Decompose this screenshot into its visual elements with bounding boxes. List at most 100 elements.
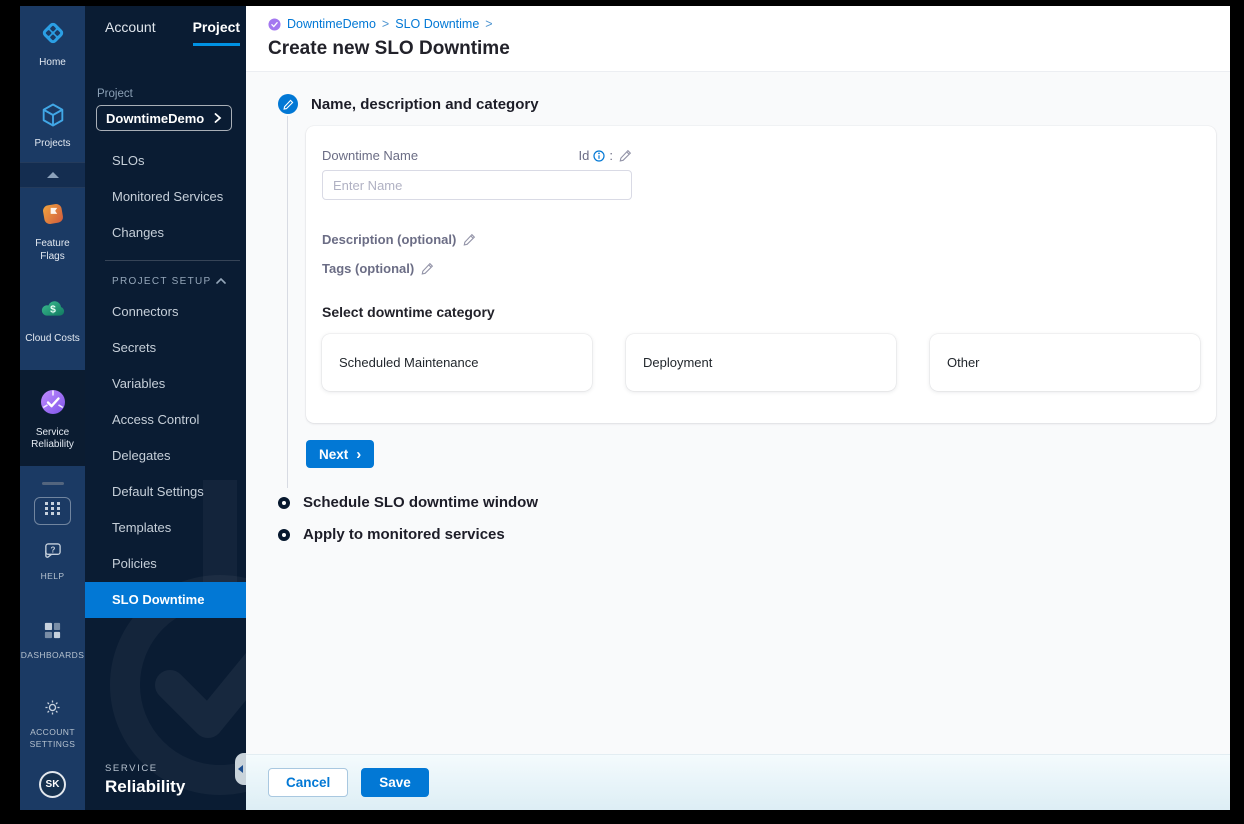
chevron-left-icon xyxy=(238,765,243,773)
sidebar-item-variables[interactable]: Variables xyxy=(85,366,246,402)
rail-item-account-settings[interactable]: ACCOUNT SETTINGS xyxy=(20,688,85,762)
rail-item-label: Projects xyxy=(34,137,71,149)
description-label: Description (optional) xyxy=(322,232,457,247)
wizard-body: Name, description and category Downtime … xyxy=(246,72,1230,754)
step-1-edit-icon[interactable] xyxy=(278,94,298,114)
sidebar-collapse-button[interactable] xyxy=(235,753,246,785)
rail-item-label: ACCOUNT SETTINGS xyxy=(29,726,76,750)
app-window: Home Projects Feature Flags $ Cloud Cost… xyxy=(20,6,1230,810)
rail-item-label: Service Reliability xyxy=(31,426,74,451)
breadcrumb-separator: > xyxy=(485,17,493,31)
sidebar-item-policies[interactable]: Policies xyxy=(85,546,246,582)
module-kicker-label: SERVICE xyxy=(105,763,158,774)
main-content: DowntimeDemo > SLO Downtime > Create new… xyxy=(246,6,1230,810)
chevron-up-icon xyxy=(216,276,226,287)
rail-item-feature-flags[interactable]: Feature Flags xyxy=(20,190,85,271)
module-picker-button[interactable] xyxy=(34,496,71,525)
rail-collapse-band[interactable] xyxy=(20,162,85,188)
rail-item-dashboards[interactable]: DASHBOARDS xyxy=(20,611,85,672)
gear-icon xyxy=(43,698,62,722)
next-button[interactable]: Next › xyxy=(306,440,375,468)
category-heading: Select downtime category xyxy=(322,304,495,320)
category-card-scheduled-maintenance[interactable]: Scheduled Maintenance xyxy=(322,334,592,391)
id-colon: : xyxy=(609,148,613,163)
sidebar-item-secrets[interactable]: Secrets xyxy=(85,330,246,366)
rail-item-home[interactable]: Home xyxy=(20,6,85,78)
step-2-title: Schedule SLO downtime window xyxy=(303,494,539,511)
sidebar-item-changes[interactable]: Changes xyxy=(85,215,246,251)
feature-flags-icon xyxy=(38,199,68,234)
sidebar-item-delegates[interactable]: Delegates xyxy=(85,438,246,474)
grid-icon xyxy=(45,501,60,520)
tab-project[interactable]: Project xyxy=(192,19,241,46)
tab-account[interactable]: Account xyxy=(105,19,156,46)
id-group: Id : xyxy=(579,148,632,163)
sidebar-divider xyxy=(105,260,240,261)
description-row: Description (optional) xyxy=(322,232,1200,247)
breadcrumb: DowntimeDemo > SLO Downtime > xyxy=(268,17,1230,31)
edit-id-pencil-icon[interactable] xyxy=(619,149,632,162)
category-card-other[interactable]: Other xyxy=(930,334,1200,391)
breadcrumb-project-link[interactable]: DowntimeDemo xyxy=(287,17,376,31)
breadcrumb-slo-downtime-link[interactable]: SLO Downtime xyxy=(395,17,479,31)
rail-item-label: HELP xyxy=(40,571,65,581)
user-avatar[interactable]: SK xyxy=(39,771,66,798)
step-1-title: Name, description and category xyxy=(311,95,539,113)
cancel-button[interactable]: Cancel xyxy=(268,768,349,797)
wizard-step-2: Schedule SLO downtime window xyxy=(278,494,1216,511)
project-selector-label: Project xyxy=(97,88,133,100)
rail-item-help[interactable]: ? HELP xyxy=(20,532,85,593)
wizard-step-1: Name, description and category xyxy=(278,94,1216,114)
breadcrumb-separator: > xyxy=(381,17,390,31)
category-card-deployment[interactable]: Deployment xyxy=(626,334,896,391)
step-3-title: Apply to monitored services xyxy=(303,526,505,543)
save-button[interactable]: Save xyxy=(361,768,429,797)
sidebar-item-monitored-services[interactable]: Monitored Services xyxy=(85,179,246,215)
module-rail: Home Projects Feature Flags $ Cloud Cost… xyxy=(20,6,85,810)
dashboards-icon xyxy=(43,621,62,645)
projects-icon xyxy=(39,101,67,134)
next-button-label: Next xyxy=(319,446,349,462)
id-label: Id xyxy=(578,148,590,163)
wizard-step-3: Apply to monitored services xyxy=(278,526,1216,543)
sidebar-item-slo-downtime[interactable]: SLO Downtime xyxy=(85,582,246,618)
rail-item-projects[interactable]: Projects xyxy=(20,92,85,159)
chevron-right-icon: › xyxy=(356,445,362,463)
scope-tabs: Account Project xyxy=(85,6,246,46)
section-header-label: PROJECT SETUP xyxy=(112,276,212,287)
info-icon[interactable] xyxy=(593,149,605,162)
rail-bottom-section: ? HELP DASHBOARDS ACCOUNT SETTINGS SK xyxy=(20,532,85,810)
home-icon xyxy=(38,18,68,53)
project-selector[interactable]: DowntimeDemo xyxy=(96,105,232,131)
tags-row: Tags (optional) xyxy=(322,261,1200,276)
rail-item-label: DASHBOARDS xyxy=(20,649,85,660)
sidebar-item-access-control[interactable]: Access Control xyxy=(85,402,246,438)
rail-divider-handle[interactable] xyxy=(41,481,64,485)
rail-item-label: Feature Flags xyxy=(35,238,70,262)
step-3-indicator[interactable] xyxy=(278,528,290,541)
category-cards: Scheduled Maintenance Deployment Other xyxy=(322,334,1200,391)
page-title: Create new SLO Downtime xyxy=(268,38,510,59)
edit-tags-pencil-icon[interactable] xyxy=(421,262,434,275)
project-setup-section-toggle[interactable]: PROJECT SETUP xyxy=(85,267,246,294)
sidebar-item-slos[interactable]: SLOs xyxy=(85,143,246,179)
name-field-labels: Downtime Name Id : xyxy=(322,148,632,163)
rail-item-label: Home xyxy=(39,57,66,68)
rail-item-service-reliability[interactable]: Service Reliability xyxy=(20,369,85,466)
edit-description-pencil-icon[interactable] xyxy=(463,233,476,246)
svg-text:?: ? xyxy=(51,545,56,554)
downtime-name-input[interactable] xyxy=(322,170,632,200)
sidebar-item-connectors[interactable]: Connectors xyxy=(85,294,246,330)
rail-item-cloud-costs[interactable]: $ Cloud Costs xyxy=(20,285,85,354)
sidebar-item-templates[interactable]: Templates xyxy=(85,510,246,546)
service-reliability-badge-icon xyxy=(268,17,281,31)
sidebar-item-default-settings[interactable]: Default Settings xyxy=(85,474,246,510)
step-2-indicator[interactable] xyxy=(278,496,290,509)
module-name-label: Reliability xyxy=(105,777,186,796)
chevron-right-icon xyxy=(214,111,222,126)
project-sidebar: Account Project Project DowntimeDemo SLO… xyxy=(85,6,246,810)
page-header: DowntimeDemo > SLO Downtime > Create new… xyxy=(246,6,1230,72)
triangle-up-icon xyxy=(46,172,59,178)
avatar-initials: SK xyxy=(45,779,60,790)
module-title-block: SERVICE Reliability xyxy=(105,763,185,797)
